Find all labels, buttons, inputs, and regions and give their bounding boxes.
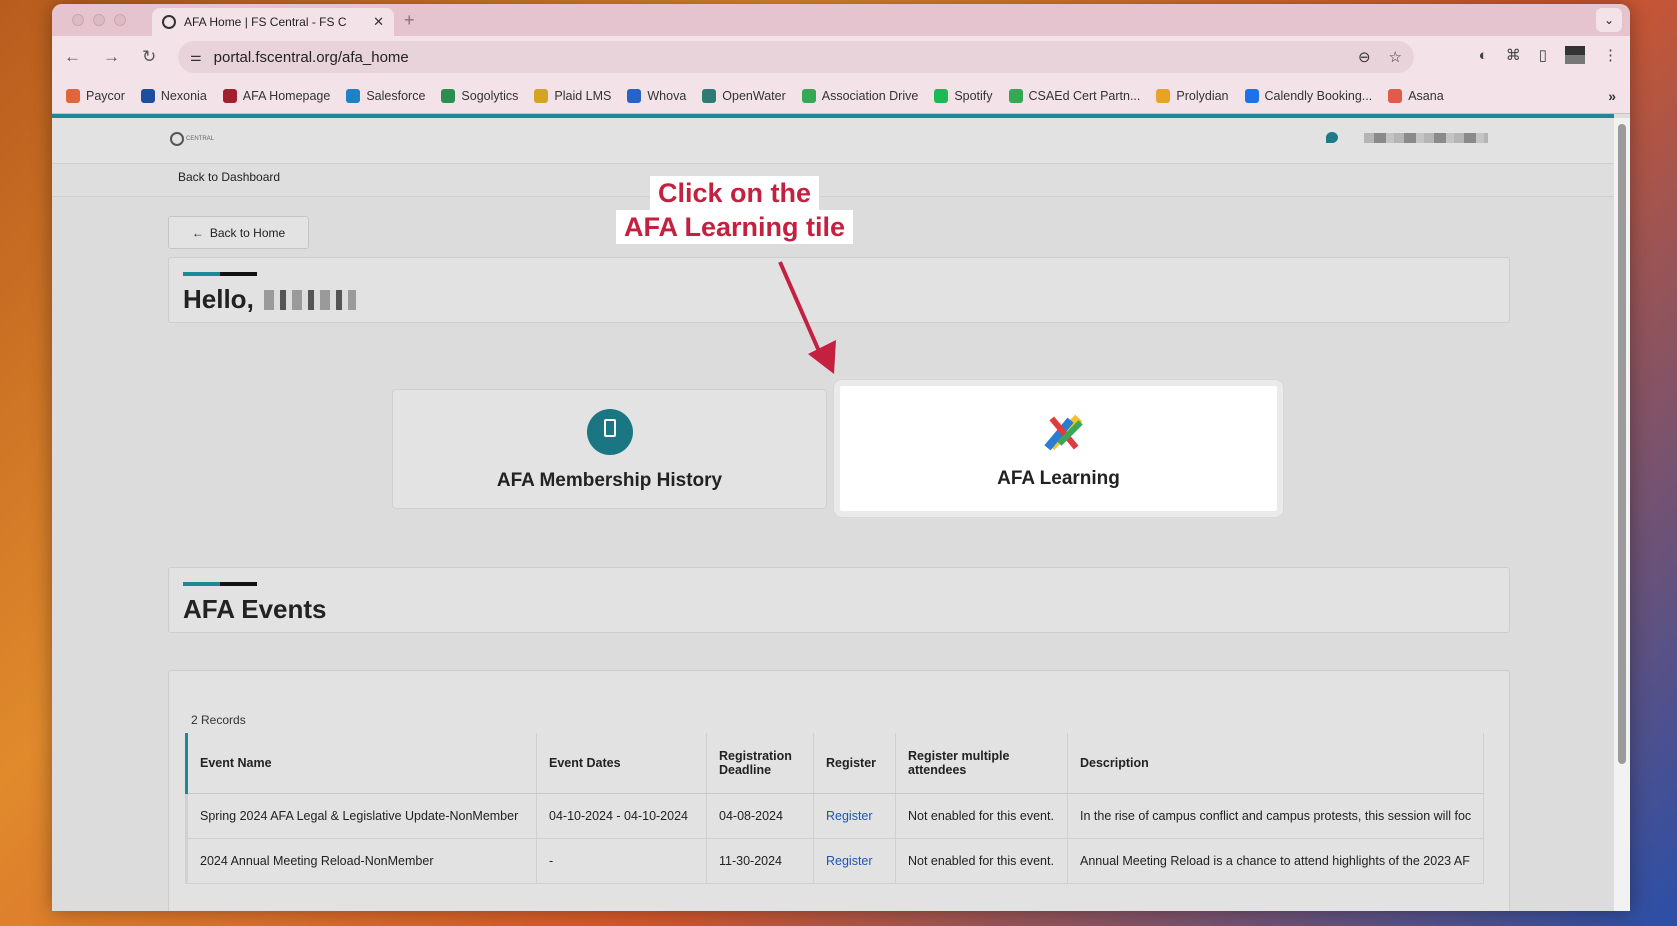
events-table-card: 2 Records Event Name Event Dates Registr…: [168, 670, 1510, 911]
site-header: CENTRAL: [52, 118, 1614, 164]
pencils-icon: [1044, 414, 1083, 451]
url-text: portal.fscentral.org/afa_home: [213, 48, 409, 66]
extension-icon[interactable]: ◐: [1479, 47, 1488, 64]
bookmark-item[interactable]: OpenWater: [702, 88, 786, 103]
event-name: 2024 Annual Meeting Reload-NonMember: [185, 838, 537, 884]
table-row: Spring 2024 AFA Legal & Legislative Upda…: [185, 793, 1484, 839]
records-count: 2 Records: [191, 713, 246, 727]
register-multiple: Not enabled for this event.: [895, 838, 1068, 884]
bookmark-favicon-icon: [702, 88, 717, 103]
bookmark-item[interactable]: Calendly Booking...: [1244, 88, 1372, 103]
column-header[interactable]: Registration Deadline: [706, 733, 814, 794]
registration-deadline: 11-30-2024: [706, 838, 814, 884]
tab-strip: AFA Home | FS Central - FS C ✕ + ⌄: [52, 4, 1630, 36]
event-dates: 04-10-2024 - 04-10-2024: [536, 793, 707, 839]
event-name: Spring 2024 AFA Legal & Legislative Upda…: [185, 793, 537, 839]
browser-tab[interactable]: AFA Home | FS Central - FS C ✕: [152, 8, 394, 36]
bookmark-favicon-icon: [627, 88, 642, 103]
bookmark-item[interactable]: Paycor: [66, 88, 125, 103]
user-name-redacted: [263, 289, 356, 310]
bookmark-item[interactable]: Sogolytics: [441, 88, 518, 103]
address-bar[interactable]: ⚌ portal.fscentral.org/afa_home ⊖ ☆: [178, 41, 1414, 73]
new-tab-button[interactable]: +: [404, 10, 415, 31]
bookmark-favicon-icon: [1388, 88, 1403, 103]
bookmark-item[interactable]: Association Drive: [801, 88, 918, 103]
bookmark-favicon-icon: [801, 88, 816, 103]
event-description: Annual Meeting Reload is a chance to att…: [1067, 838, 1484, 884]
back-to-home-button[interactable]: ← Back to Home: [168, 216, 309, 249]
events-table: Event Name Event Dates Registration Dead…: [185, 733, 1484, 884]
more-bookmarks-icon[interactable]: »: [1608, 88, 1616, 104]
table-row: 2024 Annual Meeting Reload-NonMember - 1…: [185, 838, 1484, 884]
chat-icon[interactable]: [1326, 132, 1338, 143]
greeting-heading: Hello,: [183, 284, 356, 315]
site-settings-icon[interactable]: ⚌: [190, 49, 202, 65]
afa-events-card: AFA Events: [168, 567, 1510, 633]
events-heading: AFA Events: [183, 594, 327, 624]
bookmark-item[interactable]: Nexonia: [140, 88, 207, 103]
page-scrollbar[interactable]: [1614, 118, 1630, 911]
table-header-row: Event Name Event Dates Registration Dead…: [185, 733, 1484, 794]
bookmark-favicon-icon: [1244, 88, 1259, 103]
column-header[interactable]: Register: [813, 733, 896, 794]
bookmark-item[interactable]: Salesforce: [346, 88, 425, 103]
bookmark-favicon-icon: [222, 88, 237, 103]
registration-deadline: 04-08-2024: [706, 793, 814, 839]
bookmark-star-icon[interactable]: ☆: [1389, 48, 1402, 66]
profile-avatar[interactable]: [1565, 46, 1585, 64]
bookmark-item[interactable]: Spotify: [934, 88, 993, 103]
membership-icon: [587, 409, 633, 455]
bookmark-favicon-icon: [441, 88, 456, 103]
browser-toolbar: ← → ↻ ⚌ portal.fscentral.org/afa_home ⊖ …: [52, 36, 1630, 78]
afa-membership-history-tile[interactable]: AFA Membership History: [392, 389, 827, 509]
bookmark-favicon-icon: [346, 88, 361, 103]
bookmark-item[interactable]: Plaid LMS: [534, 88, 611, 103]
afa-learning-tile[interactable]: AFA Learning: [834, 380, 1283, 517]
user-name-redacted[interactable]: [1364, 132, 1488, 143]
bookmark-favicon-icon: [140, 88, 155, 103]
site-favicon-icon: [162, 15, 176, 29]
register-link[interactable]: Register: [813, 838, 896, 884]
bookmark-favicon-icon: [1008, 88, 1023, 103]
instruction-callout: Click on the AFA Learning tile: [616, 176, 854, 244]
pointer-arrow-icon: [778, 261, 836, 374]
forward-arrow-icon[interactable]: →: [103, 47, 120, 67]
reload-icon[interactable]: ↻: [142, 47, 156, 67]
extensions-puzzle-icon[interactable]: ⌘: [1506, 46, 1521, 64]
zoom-icon[interactable]: ⊖: [1358, 48, 1371, 66]
bookmarks-bar: Paycor Nexonia AFA Homepage Salesforce Sogol…: [52, 78, 1630, 114]
web-page: CENTRAL Back to Dashboard ← Back to Home…: [52, 114, 1614, 911]
event-dates: -: [536, 838, 707, 884]
bookmark-item[interactable]: Whova: [627, 88, 686, 103]
column-header[interactable]: Event Dates: [536, 733, 707, 794]
tab-title: AFA Home | FS Central - FS C: [184, 15, 347, 29]
bookmark-item[interactable]: Asana: [1388, 88, 1444, 103]
menu-kebab-icon[interactable]: ⋮: [1603, 46, 1618, 64]
close-tab-icon[interactable]: ✕: [373, 14, 384, 30]
column-header[interactable]: Register multiple attendees: [895, 733, 1068, 794]
register-link[interactable]: Register: [813, 793, 896, 839]
window-controls[interactable]: [72, 14, 126, 26]
fs-central-logo[interactable]: CENTRAL: [170, 132, 214, 146]
register-multiple: Not enabled for this event.: [895, 793, 1068, 839]
event-description: In the rise of campus conflict and campu…: [1067, 793, 1484, 839]
bookmark-item[interactable]: AFA Homepage: [222, 88, 330, 103]
browser-window: AFA Home | FS Central - FS C ✕ + ⌄ ← → ↻…: [52, 4, 1630, 911]
side-panel-icon[interactable]: ▯: [1539, 46, 1547, 64]
bookmark-item[interactable]: CSAEd Cert Partn...: [1008, 88, 1140, 103]
tab-search-chevron-icon[interactable]: ⌄: [1596, 8, 1622, 32]
bookmark-favicon-icon: [66, 88, 80, 103]
column-header[interactable]: Description: [1067, 733, 1484, 794]
bookmark-favicon-icon: [534, 88, 549, 103]
bookmark-favicon-icon: [934, 88, 949, 103]
back-arrow-icon[interactable]: ←: [64, 47, 81, 67]
bookmark-favicon-icon: [1156, 88, 1171, 103]
column-header[interactable]: Event Name: [185, 733, 537, 794]
back-arrow-icon: ←: [191, 225, 204, 240]
bookmark-item[interactable]: Prolydian: [1156, 88, 1229, 103]
